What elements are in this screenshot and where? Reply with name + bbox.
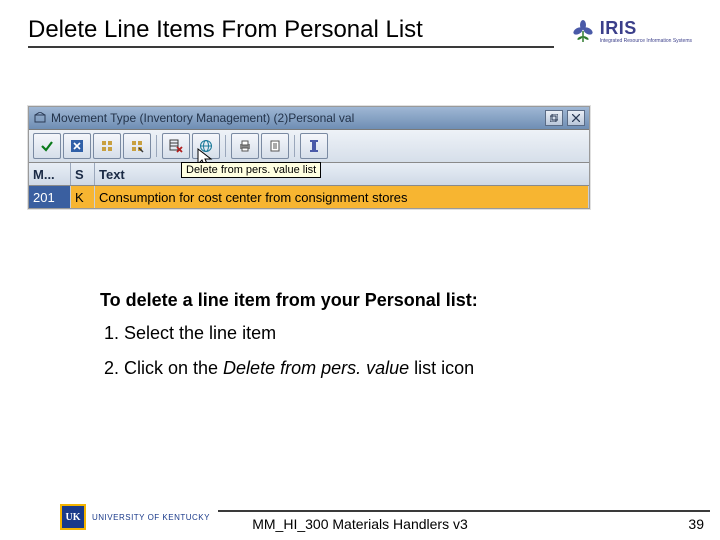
instruction-heading: To delete a line item from your Personal… [100,290,660,311]
continue-button[interactable] [33,133,61,159]
sap-titlebar: Movement Type (Inventory Management) (2)… [29,107,589,130]
instruction-step-1: Select the line item [124,323,660,344]
clipboard-button[interactable] [261,133,289,159]
instruction-step-2: Click on the Delete from pers. value lis… [124,358,660,379]
globe-button[interactable] [192,133,220,159]
toolbar-separator [225,135,226,157]
toolbar-separator [156,135,157,157]
print-button[interactable] [231,133,259,159]
logo-subtitle: Integrated Resource Information Systems [600,39,692,44]
tooltip: Delete from pers. value list [181,162,321,178]
cancel-button[interactable] [63,133,91,159]
col-header-s[interactable]: S [71,163,95,185]
cell-movement-type: 201 [29,186,71,208]
uk-logo: UK UNIVERSITY OF KENTUCKY [60,504,210,530]
footer-divider [218,510,710,512]
close-window-icon[interactable] [567,110,585,126]
iris-logo: IRIS Integrated Resource Information Sys… [570,18,692,48]
col-header-text[interactable]: Text [95,163,589,185]
footer-doc-title: MM_HI_300 Materials Handlers v3 [252,516,468,532]
logo-text: IRIS [600,18,692,39]
sap-dialog: Movement Type (Inventory Management) (2)… [28,106,590,209]
page-title: Delete Line Items From Personal List [28,16,554,48]
uk-text: UNIVERSITY OF KENTUCKY [92,513,210,522]
iris-flower-icon [570,18,596,44]
instructions: To delete a line item from your Personal… [100,290,660,393]
info-button[interactable] [300,133,328,159]
cell-special-stock: K [71,186,95,208]
col-header-m[interactable]: M... [29,163,71,185]
restore-window-icon[interactable] [545,110,563,126]
delete-from-list-button[interactable] [162,133,190,159]
uk-mark-icon: UK [60,504,86,530]
toolbar-separator [294,135,295,157]
sap-toolbar: Delete from pers. value list [29,130,589,163]
table-row[interactable]: 201 K Consumption for cost center from c… [29,186,589,208]
cell-text: Consumption for cost center from consign… [95,186,589,208]
find-next-button[interactable] [123,133,151,159]
sap-title-text: Movement Type (Inventory Management) (2)… [51,111,541,125]
find-button[interactable] [93,133,121,159]
window-icon [33,111,47,125]
page-number: 39 [688,516,704,532]
